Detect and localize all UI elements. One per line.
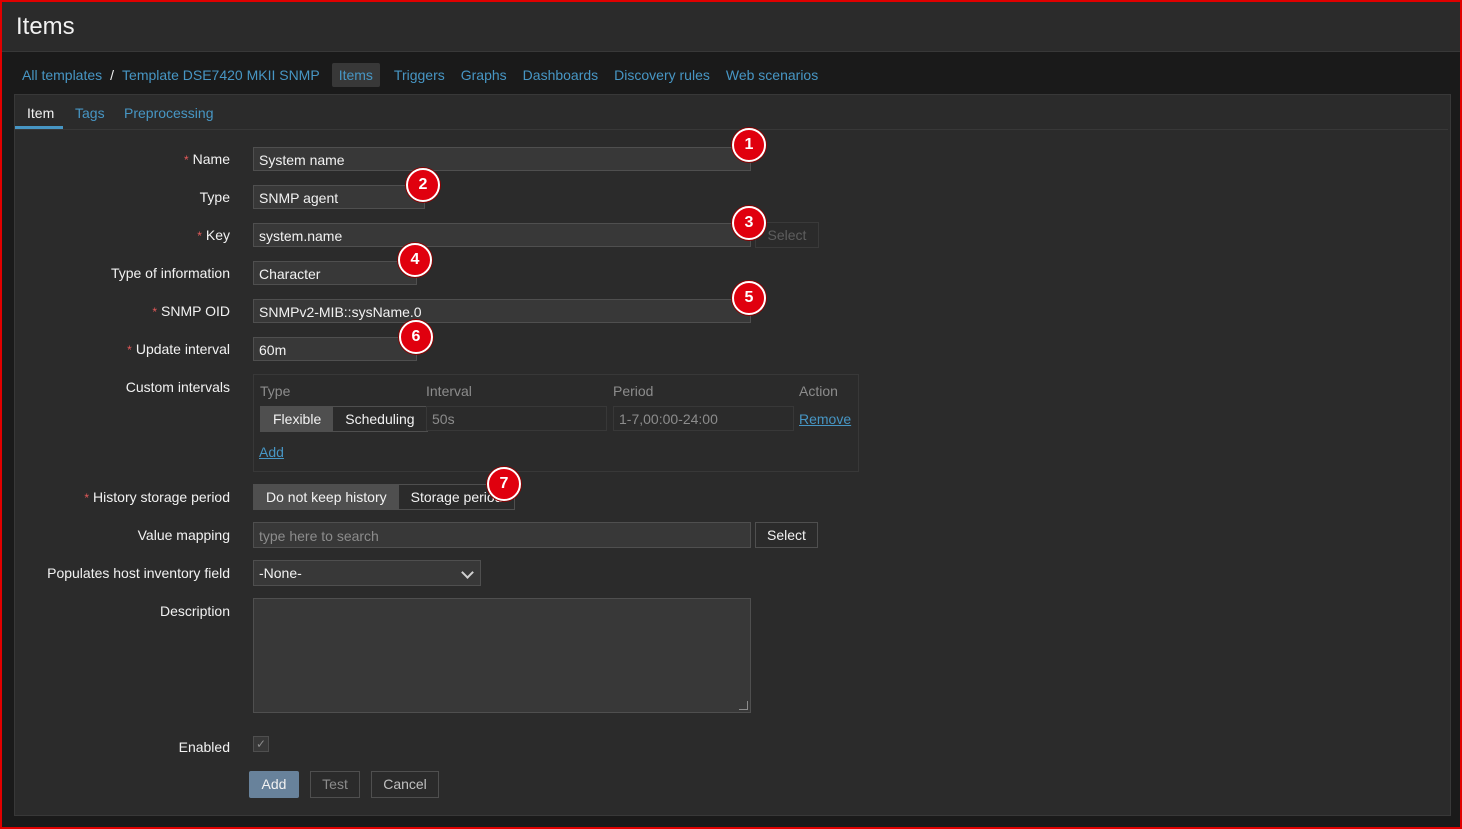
tab-tags[interactable]: Tags	[75, 105, 105, 121]
enabled-label: Enabled	[178, 739, 230, 755]
custom-intervals-table: Type Interval Period Action Flexible Sch…	[253, 374, 859, 472]
annotation-badge-7: 7	[487, 467, 521, 501]
ci-header-period: Period	[613, 383, 654, 399]
add-button[interactable]: Add	[249, 771, 299, 798]
chevron-down-icon	[461, 566, 474, 579]
resize-grip-icon[interactable]	[739, 701, 748, 710]
value-mapping-search[interactable]: type here to search	[253, 522, 751, 548]
ci-type-toggle: Flexible Scheduling	[260, 406, 428, 432]
description-label: Description	[159, 603, 230, 619]
ci-header-type: Type	[260, 383, 291, 399]
inventory-field-label: Populates host inventory field	[47, 565, 230, 581]
annotation-badge-4: 4	[398, 243, 432, 277]
name-field[interactable]: System name	[253, 147, 751, 171]
active-tab-indicator	[15, 126, 63, 129]
snmp-oid-field[interactable]: SNMPv2-MIB::sysName.0	[253, 299, 751, 323]
breadcrumb-all-templates[interactable]: All templates	[14, 63, 110, 87]
key-label: * Key	[197, 227, 230, 243]
annotation-badge-5: 5	[732, 281, 766, 315]
type-of-information-label: Type of information	[110, 265, 230, 281]
history-do-not-keep-option[interactable]: Do not keep history	[254, 485, 399, 509]
nav-triggers[interactable]: Triggers	[386, 63, 453, 87]
annotation-badge-2: 2	[406, 168, 440, 202]
nav-items[interactable]: Items	[331, 63, 380, 87]
type-select[interactable]: SNMP agent	[253, 185, 425, 209]
title-bar: Items	[2, 2, 1460, 52]
ci-add-link[interactable]: Add	[259, 444, 284, 460]
ci-remove-link[interactable]: Remove	[799, 411, 851, 427]
tab-preprocessing[interactable]: Preprocessing	[124, 105, 214, 121]
annotation-badge-3: 3	[732, 206, 766, 240]
cancel-button[interactable]: Cancel	[371, 771, 439, 798]
nav-discovery-rules[interactable]: Discovery rules	[606, 63, 718, 87]
update-interval-label: * Update interval	[127, 341, 230, 357]
value-mapping-label: Value mapping	[137, 527, 230, 543]
ci-interval-field[interactable]: 50s	[426, 406, 607, 431]
tab-item[interactable]: Item	[27, 105, 54, 121]
annotation-badge-6: 6	[399, 320, 433, 354]
ci-header-interval: Interval	[426, 383, 472, 399]
type-label: Type	[199, 189, 230, 205]
nav-graphs[interactable]: Graphs	[453, 63, 515, 87]
ci-flexible-option[interactable]: Flexible	[261, 407, 334, 431]
annotation-badge-1: 1	[732, 128, 766, 162]
ci-header-action: Action	[799, 383, 838, 399]
ci-period-field[interactable]: 1-7,00:00-24:00	[613, 406, 794, 431]
snmp-oid-label: * SNMP OID	[152, 303, 230, 319]
ci-scheduling-option[interactable]: Scheduling	[333, 407, 426, 431]
page-title: Items	[16, 13, 75, 40]
form-tabs: Item Tags Preprocessing	[15, 95, 1448, 130]
test-button[interactable]: Test	[310, 771, 360, 798]
nav-dashboards[interactable]: Dashboards	[515, 63, 607, 87]
breadcrumb: All templates / Template DSE7420 MKII SN…	[14, 62, 826, 88]
type-of-information-select[interactable]: Character	[253, 261, 417, 285]
history-storage-toggle: Do not keep history Storage period	[253, 484, 516, 510]
enabled-checkbox[interactable]: ✓	[253, 736, 269, 752]
custom-intervals-label: Custom intervals	[125, 379, 230, 395]
item-form-panel: Item Tags Preprocessing * Name System nam…	[14, 94, 1451, 816]
history-storage-label: * History storage period	[84, 489, 230, 505]
inventory-field-select[interactable]: -None-	[253, 560, 481, 586]
description-textarea[interactable]	[253, 598, 751, 713]
nav-web-scenarios[interactable]: Web scenarios	[718, 63, 826, 87]
key-field[interactable]: system.name	[253, 223, 751, 247]
value-mapping-select-button[interactable]: Select	[755, 522, 818, 548]
inventory-field-value: -None-	[259, 565, 302, 581]
name-label: * Name	[183, 151, 230, 167]
breadcrumb-template[interactable]: Template DSE7420 MKII SNMP	[114, 63, 328, 87]
update-interval-field[interactable]: 60m	[253, 337, 417, 361]
